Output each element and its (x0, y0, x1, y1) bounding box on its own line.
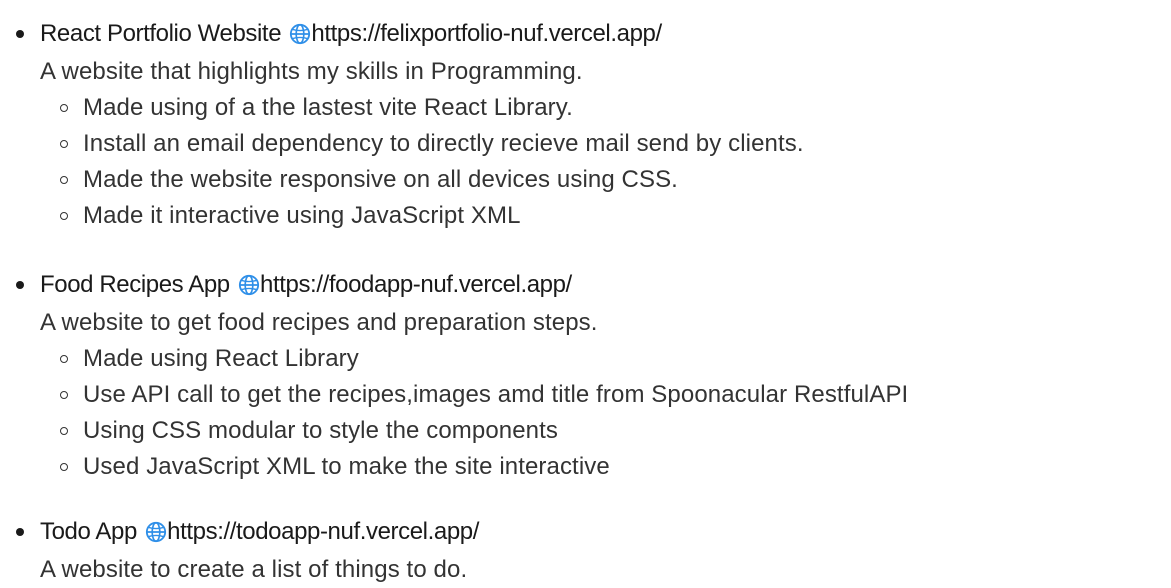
project-description: A website to create a list of things to … (40, 556, 468, 583)
list-item: Made using React Library (60, 341, 1171, 377)
list-item: Made using of a the lastest vite React L… (60, 90, 1171, 126)
project-points-list: Made using of a the lastest vite React L… (40, 90, 1171, 234)
list-item-text: Using CSS modular to style the component… (83, 417, 558, 444)
circle-bullet-icon (60, 355, 68, 363)
list-item: Made it interactive using JavaScript XML (60, 198, 1171, 234)
globe-icon (290, 23, 311, 45)
list-item: Install an email dependency to directly … (60, 126, 1171, 162)
bullet-icon (16, 30, 24, 38)
circle-bullet-icon (60, 104, 68, 112)
list-item-text: Install an email dependency to directly … (83, 130, 804, 157)
circle-bullet-icon (60, 212, 68, 220)
project-url-link[interactable]: https://felixportfolio-nuf.vercel.app/ (311, 20, 662, 47)
globe-icon (238, 274, 260, 296)
globe-icon (146, 521, 167, 543)
list-item: Made the website responsive on all devic… (60, 162, 1171, 198)
project-title: React Portfolio Website (40, 20, 282, 47)
project-title-line: Todo App https://todoapp-nuf.vercel.app/ (16, 512, 1171, 552)
list-item: Used JavaScript XML to make the site int… (60, 449, 1171, 485)
list-item-text: Made the website responsive on all devic… (83, 166, 678, 193)
circle-bullet-icon (60, 140, 68, 148)
circle-bullet-icon (60, 391, 68, 399)
project-description: A website to get food recipes and prepar… (40, 309, 598, 336)
project-points-list: Made using React Library Use API call to… (40, 341, 1171, 485)
project-url-link[interactable]: https://foodapp-nuf.vercel.app/ (260, 271, 572, 298)
list-item-text: Use API call to get the recipes,images a… (83, 381, 909, 408)
project-title-line: Food Recipes App https://foodapp-nuf.ver… (16, 265, 1171, 305)
project-todo-app: Todo App https://todoapp-nuf.vercel.app/… (16, 512, 1171, 588)
project-description: A website that highlights my skills in P… (40, 58, 583, 85)
circle-bullet-icon (60, 176, 68, 184)
project-title-line: React Portfolio Website https://felixpor… (16, 14, 1171, 54)
circle-bullet-icon (60, 427, 68, 435)
bullet-icon (16, 281, 24, 289)
list-item: Using CSS modular to style the component… (60, 413, 1171, 449)
list-item-text: Used JavaScript XML to make the site int… (83, 453, 610, 480)
project-title: Todo App (40, 518, 137, 545)
list-item-text: Made it interactive using JavaScript XML (83, 202, 521, 229)
project-react-portfolio: React Portfolio Website https://felixpor… (16, 14, 1171, 234)
project-url-link[interactable]: https://todoapp-nuf.vercel.app/ (167, 518, 479, 545)
list-item-text: Made using React Library (83, 345, 359, 372)
list-item-text: Made using of a the lastest vite React L… (83, 94, 573, 121)
list-item: Use API call to get the recipes,images a… (60, 377, 1171, 413)
bullet-icon (16, 528, 24, 536)
circle-bullet-icon (60, 463, 68, 471)
project-food-recipes: Food Recipes App https://foodapp-nuf.ver… (16, 265, 1171, 485)
project-title: Food Recipes App (40, 271, 230, 298)
